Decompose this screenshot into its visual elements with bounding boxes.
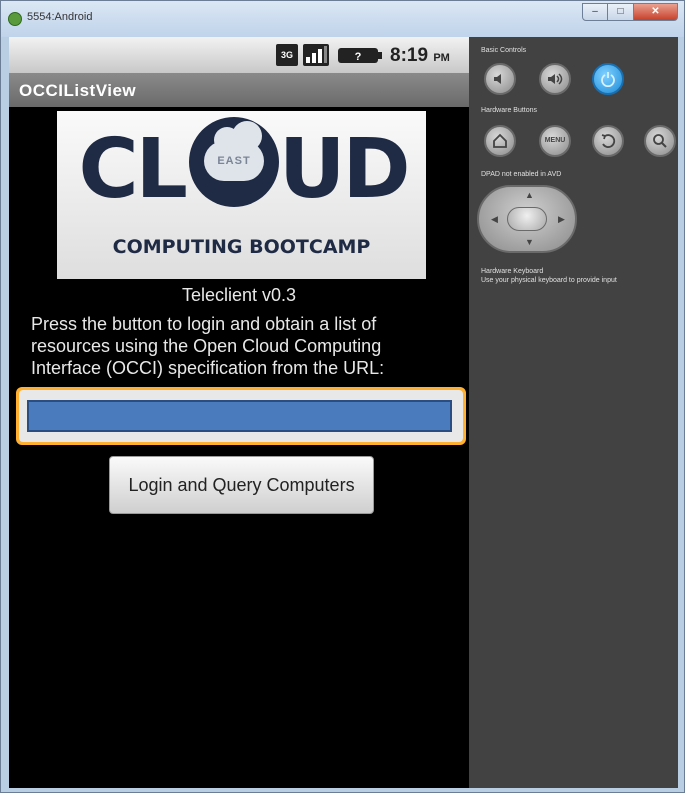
login-query-button[interactable]: Login and Query Computers bbox=[109, 456, 374, 514]
svg-text:?: ? bbox=[355, 51, 362, 63]
maximize-button[interactable]: □ bbox=[608, 3, 634, 21]
power-icon bbox=[601, 72, 615, 88]
dpad[interactable]: ▲ ▼ ◀ ▶ bbox=[477, 185, 577, 253]
clock: 8:19 PM bbox=[390, 45, 450, 67]
emulator-client: 3G ? 8:19 PM OCCIListView EAST CL UD COM… bbox=[9, 37, 678, 788]
dpad-label: DPAD not enabled in AVD bbox=[481, 171, 562, 178]
home-icon bbox=[493, 133, 507, 148]
signal-strength-icon bbox=[303, 44, 329, 66]
dpad-up-icon: ▲ bbox=[525, 190, 534, 200]
close-button[interactable]: ✕ bbox=[634, 3, 678, 21]
hardware-buttons-label: Hardware Buttons bbox=[481, 107, 538, 114]
speaker-icon bbox=[494, 74, 501, 84]
network-3g-icon: 3G bbox=[276, 44, 298, 66]
banner-word-left: CL bbox=[78, 122, 187, 217]
app-title-bar: OCCIListView bbox=[9, 73, 469, 107]
emulator-controls-panel: Basic Controls Hardware Buttons MENU DPA… bbox=[469, 37, 678, 788]
window-title: 5554:Android bbox=[27, 11, 93, 23]
app-version-label: Teleclient v0.3 bbox=[181, 285, 297, 305]
battery-icon: ? bbox=[336, 44, 384, 66]
dpad-left-icon: ◀ bbox=[491, 214, 498, 224]
minimize-button[interactable]: – bbox=[582, 3, 608, 21]
status-bar: 3G ? 8:19 PM bbox=[9, 37, 469, 73]
device-screen: 3G ? 8:19 PM OCCIListView EAST CL UD COM… bbox=[9, 37, 469, 788]
emulator-window: 5554:Android – □ ✕ 3G ? 8:19 PM OCCIList… bbox=[0, 0, 685, 793]
search-icon bbox=[653, 134, 667, 148]
dpad-center-button[interactable] bbox=[507, 207, 547, 231]
app-title: OCCIListView bbox=[19, 81, 137, 100]
volume-down-button[interactable] bbox=[484, 63, 516, 95]
window-buttons: – □ ✕ bbox=[582, 3, 678, 21]
speaker-loud-icon bbox=[548, 73, 563, 85]
android-app-icon bbox=[8, 12, 22, 26]
banner-word: CL UD bbox=[75, 126, 411, 214]
clock-time: 8:19 bbox=[390, 45, 429, 66]
search-button[interactable] bbox=[644, 125, 676, 157]
power-button[interactable] bbox=[592, 63, 624, 95]
back-button[interactable] bbox=[592, 125, 624, 157]
cloud-bootcamp-banner: EAST CL UD COMPUTING BOOTCAMP bbox=[57, 111, 426, 279]
home-button[interactable] bbox=[484, 125, 516, 157]
dpad-down-icon: ▼ bbox=[525, 237, 534, 247]
back-arrow-icon bbox=[601, 134, 616, 148]
volume-up-button[interactable] bbox=[539, 63, 571, 95]
basic-controls-label: Basic Controls bbox=[481, 47, 527, 54]
window-titlebar[interactable]: 5554:Android – □ ✕ bbox=[1, 1, 684, 37]
clock-ampm: PM bbox=[433, 52, 450, 64]
hardware-keyboard-label: Hardware Keyboard bbox=[481, 268, 544, 275]
menu-button[interactable]: MENU bbox=[539, 125, 571, 157]
hardware-keyboard-hint: Use your physical keyboard to provide in… bbox=[481, 277, 617, 284]
banner-word-right: UD bbox=[278, 122, 411, 217]
instructions-text: Press the button to login and obtain a l… bbox=[31, 314, 385, 378]
url-input[interactable] bbox=[27, 400, 452, 432]
dpad-right-icon: ▶ bbox=[558, 214, 565, 224]
banner-subtitle: COMPUTING BOOTCAMP bbox=[112, 236, 371, 258]
